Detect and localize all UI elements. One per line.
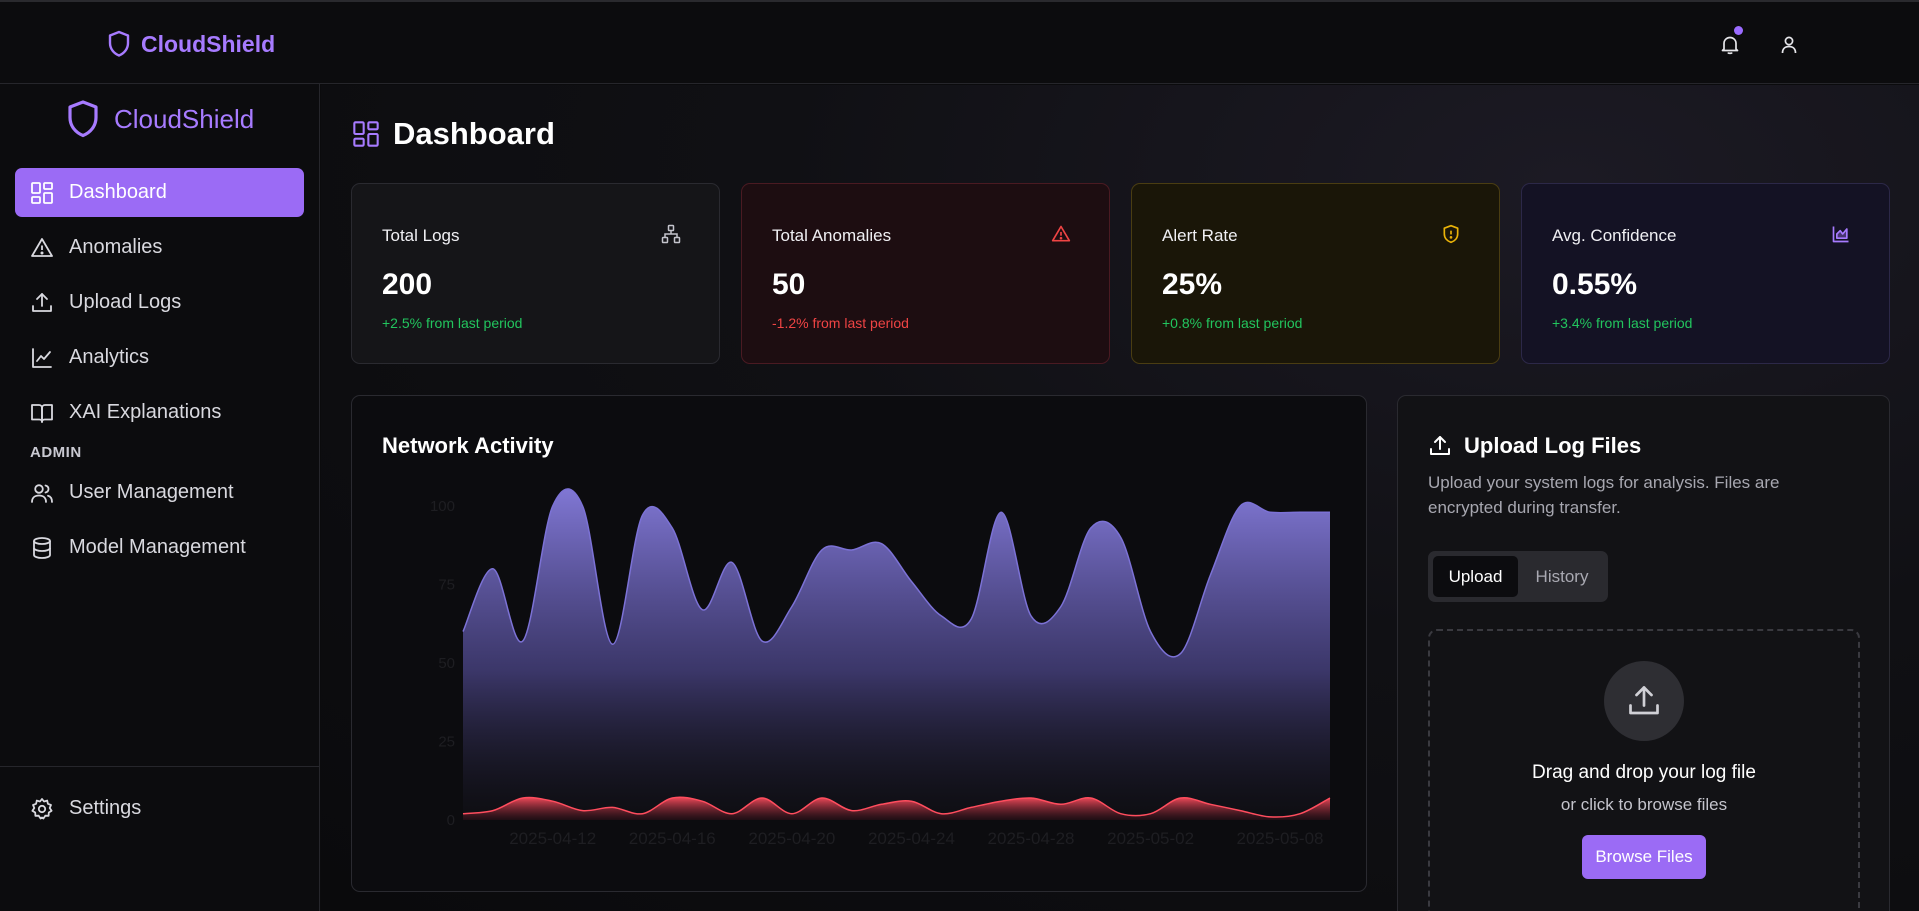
stat-value: 200 bbox=[382, 268, 433, 301]
page-title-text: Dashboard bbox=[393, 116, 555, 151]
upload-title: Upload Log Files bbox=[1428, 433, 1641, 459]
alert-triangle-icon bbox=[1051, 225, 1071, 242]
y-tick-label: 0 bbox=[447, 812, 455, 829]
top-bar: CloudShield bbox=[0, 0, 1919, 84]
sidebar-item-label: Analytics bbox=[69, 346, 150, 368]
upload-title-text: Upload Log Files bbox=[1464, 433, 1642, 458]
tab-history[interactable]: History bbox=[1522, 556, 1602, 597]
database-icon bbox=[33, 536, 51, 559]
dropzone-title: Drag and drop your log file bbox=[1532, 762, 1756, 783]
stat-value: 25% bbox=[1162, 268, 1223, 301]
stat-label: Alert Rate bbox=[1162, 226, 1238, 245]
dropzone-subtitle: or click to browse files bbox=[1560, 795, 1728, 814]
upload-description: Upload your system logs for analysis. Fi… bbox=[1428, 473, 1780, 517]
layout-grid-icon bbox=[31, 181, 53, 204]
sidebar-item-label: Model Management bbox=[69, 536, 246, 558]
sidebar-item-user-management[interactable]: User Management bbox=[15, 468, 304, 517]
sidebar-item-label: Upload Logs bbox=[69, 291, 182, 313]
stat-change: -1.2% from last period bbox=[772, 315, 909, 331]
brand-logo[interactable]: CloudShield bbox=[107, 30, 275, 58]
shield-icon bbox=[68, 100, 98, 138]
x-tick-label: 2025-04-28 bbox=[988, 829, 1075, 848]
stat-change: +2.5% from last period bbox=[382, 315, 523, 331]
brand-name: CloudShield bbox=[141, 30, 276, 57]
series-traffic-area-fill bbox=[463, 488, 1330, 820]
sidebar-brand[interactable]: CloudShield bbox=[66, 99, 254, 139]
browse-files-button[interactable]: Browse Files bbox=[1582, 835, 1706, 879]
gear-icon bbox=[31, 797, 53, 819]
x-tick-label: 2025-05-08 bbox=[1237, 829, 1324, 848]
notification-dot bbox=[1734, 26, 1743, 35]
stat-value: 50 bbox=[772, 268, 806, 301]
network-activity-chart: 0 25 50 75 100 2025-04-12 2025-04-16 2025-04-20… bbox=[430, 488, 1331, 848]
sidebar-item-label: XAI Explanations bbox=[69, 401, 222, 423]
stat-card-total-logs: Total Logs 200 +2.5% from last period bbox=[351, 183, 720, 364]
y-tick-label: 100 bbox=[430, 498, 455, 515]
stat-card-total-anomalies: Total Anomalies 50 -1.2% from last perio… bbox=[741, 183, 1110, 364]
sidebar: CloudShield Dashboard Anomalies Upload L… bbox=[0, 84, 320, 911]
x-tick-label: 2025-04-24 bbox=[868, 829, 955, 848]
file-dropzone[interactable]: Drag and drop your log file or click to … bbox=[1428, 629, 1860, 911]
book-open-icon bbox=[31, 403, 53, 423]
stat-value: 0.55% bbox=[1552, 268, 1638, 301]
x-tick-label: 2025-04-16 bbox=[629, 829, 716, 848]
x-tick-label: 2025-04-12 bbox=[509, 829, 596, 848]
x-tick-label: 2025-05-02 bbox=[1107, 829, 1194, 848]
sidebar-item-label: Settings bbox=[69, 797, 142, 819]
sidebar-divider bbox=[0, 766, 320, 767]
tab-upload[interactable]: Upload bbox=[1433, 556, 1518, 597]
sidebar-item-upload-logs[interactable]: Upload Logs bbox=[15, 278, 304, 327]
alert-triangle-icon bbox=[31, 237, 53, 257]
page-title: Dashboard bbox=[352, 116, 555, 152]
sidebar-item-model-management[interactable]: Model Management bbox=[15, 523, 304, 572]
y-tick-label: 50 bbox=[438, 655, 455, 672]
sidebar-item-anomalies[interactable]: Anomalies bbox=[15, 223, 304, 272]
stat-label: Avg. Confidence bbox=[1552, 226, 1677, 245]
stat-label: Total Anomalies bbox=[772, 226, 892, 245]
area-chart-icon bbox=[1832, 226, 1849, 243]
shield-icon bbox=[108, 30, 130, 57]
sidebar-item-xai-explanations[interactable]: XAI Explanations bbox=[15, 388, 304, 437]
upload-panel: Upload Log Files Upload your system logs… bbox=[1397, 395, 1890, 911]
sidebar-item-label: User Management bbox=[69, 481, 234, 503]
network-activity-panel: Network Activity 0 25 50 75 100 2025-04-12 202… bbox=[351, 395, 1367, 892]
sidebar-item-analytics[interactable]: Analytics bbox=[15, 333, 304, 382]
layout-grid-icon bbox=[353, 121, 379, 147]
sidebar-brand-name: CloudShield bbox=[114, 103, 255, 134]
users-icon bbox=[31, 483, 53, 503]
user-menu-button[interactable] bbox=[1776, 32, 1802, 58]
stat-change: +3.4% from last period bbox=[1552, 315, 1693, 331]
sidebar-item-label: Dashboard bbox=[69, 181, 167, 203]
upload-icon bbox=[32, 292, 52, 312]
shield-alert-icon bbox=[1443, 224, 1459, 244]
line-chart-icon bbox=[32, 347, 52, 368]
sidebar-section-admin: ADMIN bbox=[30, 444, 82, 461]
y-tick-label: 75 bbox=[438, 577, 455, 594]
sidebar-item-dashboard[interactable]: Dashboard bbox=[15, 168, 304, 217]
sidebar-item-label: Anomalies bbox=[69, 236, 163, 258]
upload-icon bbox=[1430, 436, 1450, 455]
dropzone-icon-circle bbox=[1604, 661, 1684, 741]
notifications-button[interactable] bbox=[1717, 26, 1743, 58]
stat-card-alert-rate: Alert Rate 25% +0.8% from last period bbox=[1131, 183, 1500, 364]
user-icon bbox=[1781, 36, 1797, 54]
bell-icon bbox=[1721, 36, 1739, 55]
network-icon bbox=[661, 224, 681, 244]
y-tick-label: 25 bbox=[438, 734, 455, 751]
sidebar-item-settings[interactable]: Settings bbox=[15, 784, 304, 833]
x-tick-label: 2025-04-20 bbox=[748, 829, 835, 848]
upload-tabs: Upload History bbox=[1428, 551, 1608, 602]
stat-change: +0.8% from last period bbox=[1162, 315, 1303, 331]
stat-card-avg-confidence: Avg. Confidence 0.55% +3.4% from last pe… bbox=[1521, 183, 1890, 364]
stat-label: Total Logs bbox=[382, 226, 460, 245]
upload-icon bbox=[1629, 686, 1659, 715]
